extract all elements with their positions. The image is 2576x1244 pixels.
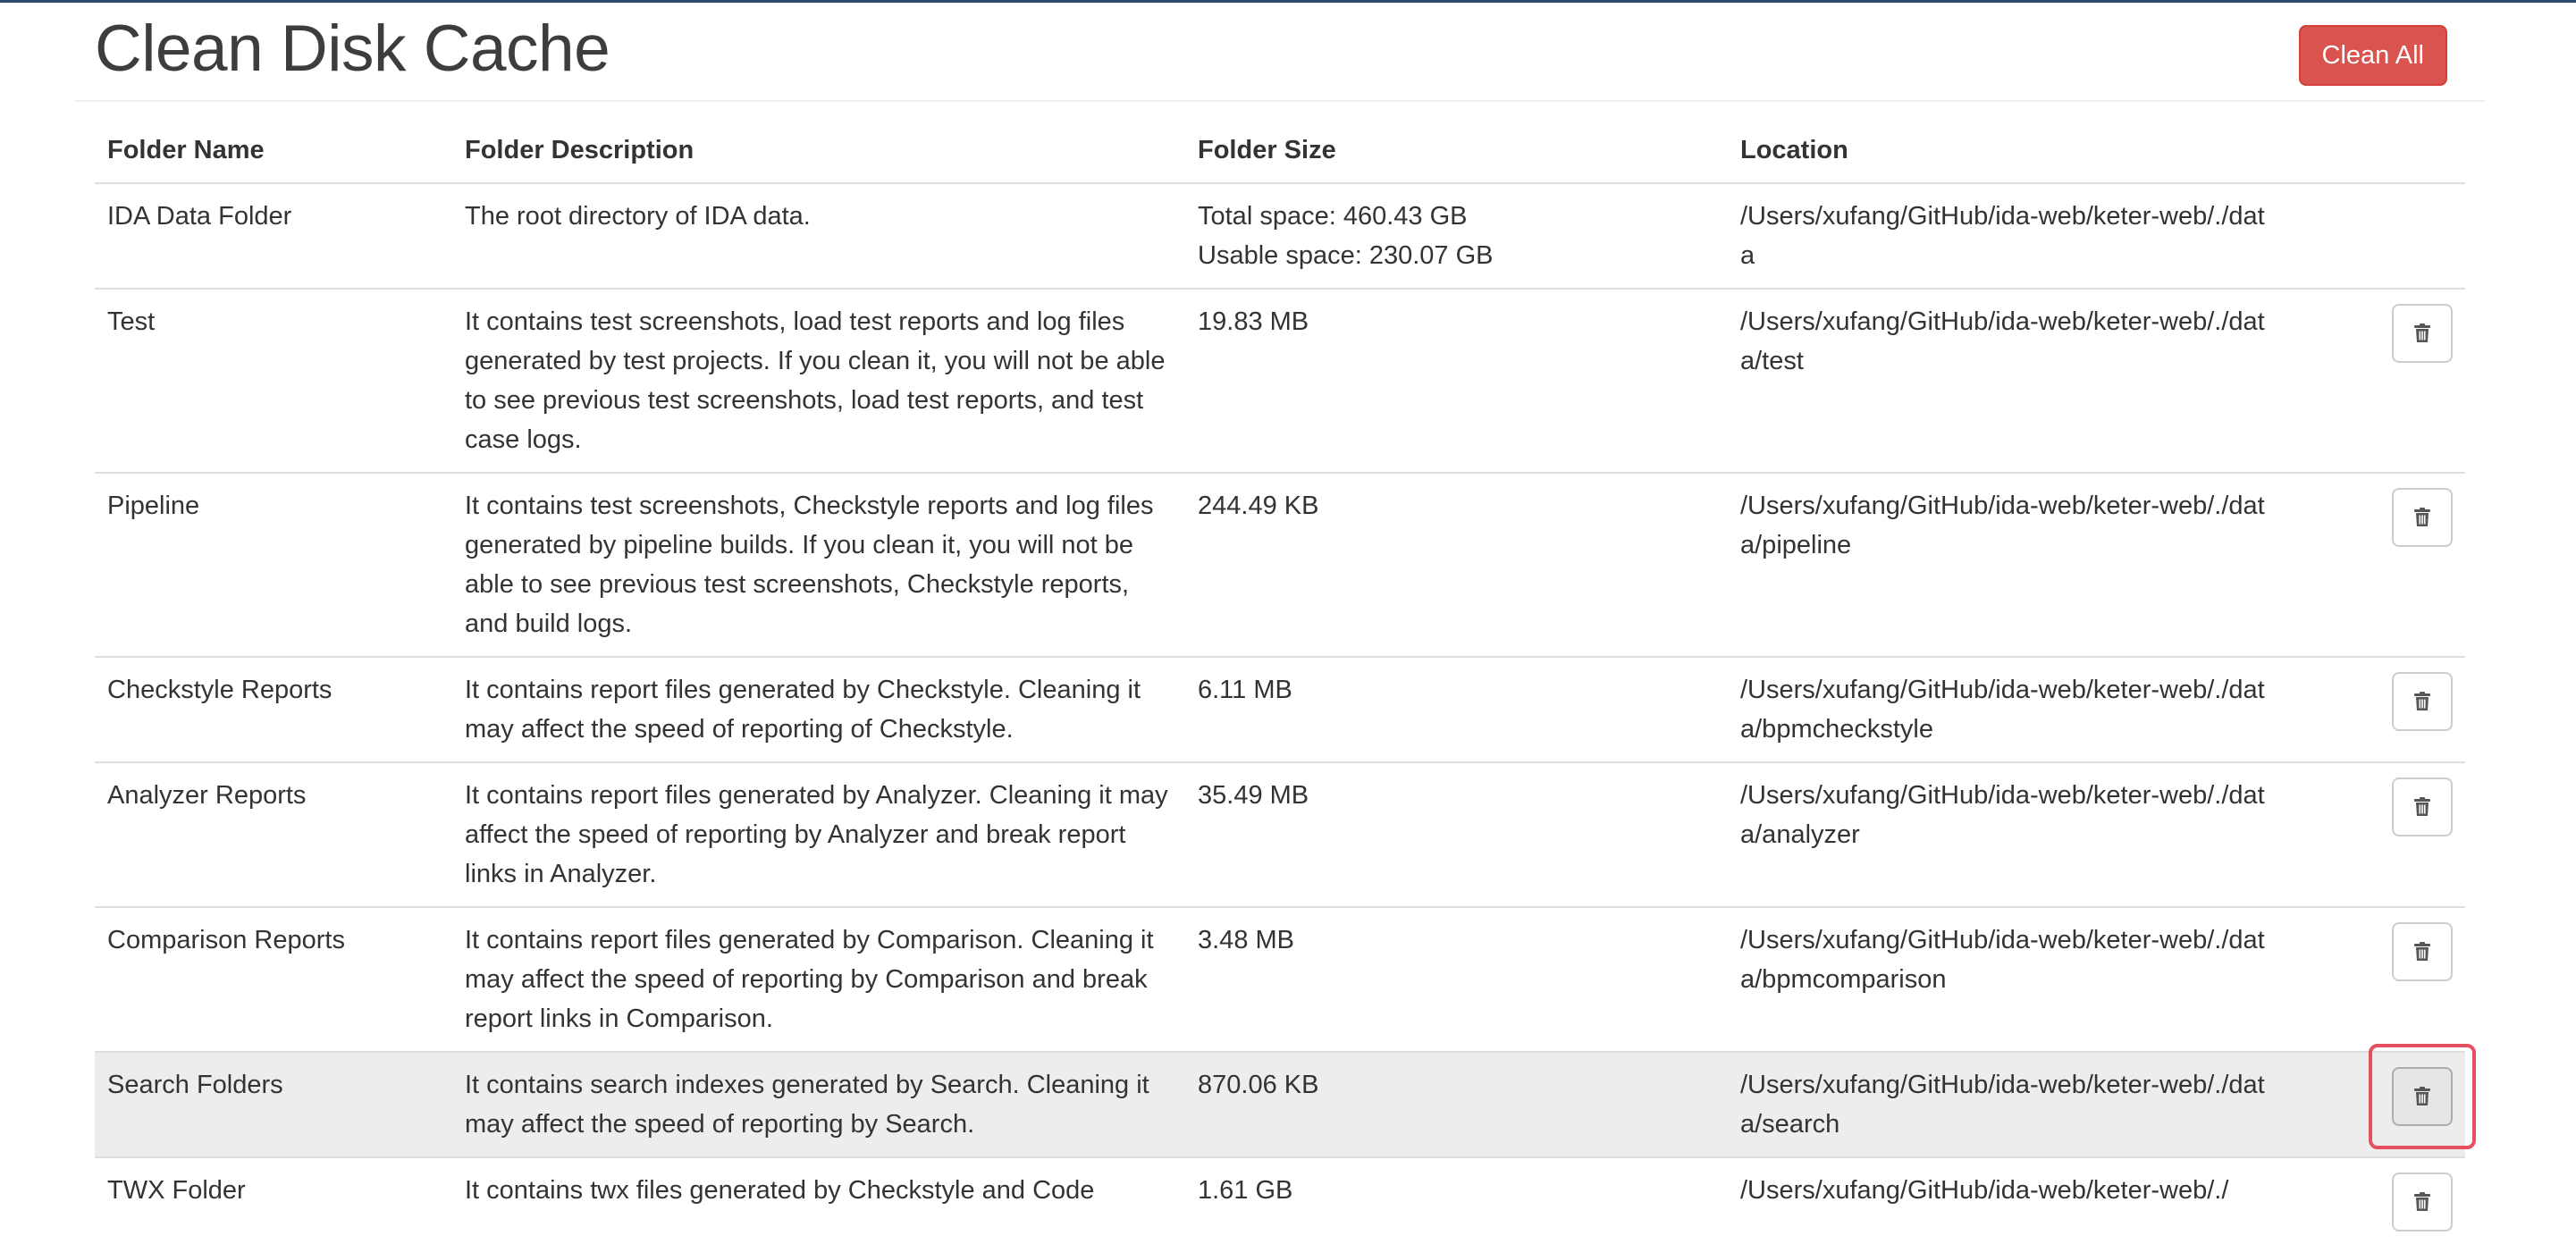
folder-size-cell: 870.06 KB xyxy=(1185,1051,1728,1157)
location-path: /Users/xufang/GitHub/ida-web/keter-web/.… xyxy=(1740,1176,2229,1205)
clean-all-button[interactable]: Clean All xyxy=(2298,25,2447,86)
actions-cell xyxy=(2286,182,2465,289)
actions-cell xyxy=(2286,656,2465,762)
actions-cell xyxy=(2286,288,2465,473)
column-header-actions xyxy=(2286,102,2465,184)
folder-name-cell: Checkstyle Reports xyxy=(95,656,452,762)
folder-size-cell: 19.83 MB xyxy=(1185,288,1728,473)
cache-table: Folder Name Folder Description Folder Si… xyxy=(95,102,2465,1244)
folder-size-cell: 3.48 MB xyxy=(1185,906,1728,1052)
folder-name-cell: TWX Folder xyxy=(95,1156,452,1244)
table-row: Pipeline It contains test screenshots, Ch… xyxy=(95,472,2465,657)
table-row: Test It contains test screenshots, load t… xyxy=(95,288,2465,473)
table-row: IDA Data Folder The root directory of IDA… xyxy=(95,182,2465,289)
location-cell: /Users/xufang/GitHub/ida-web/keter-web/.… xyxy=(1728,472,2286,657)
table-row: TWX Folder It contains twx files generate… xyxy=(95,1156,2465,1244)
location-path: /Users/xufang/GitHub/ida-web/keter-web/.… xyxy=(1740,202,2265,270)
folder-description-cell: It contains report files generated by Co… xyxy=(452,906,1185,1052)
location-path: /Users/xufang/GitHub/ida-web/keter-web/.… xyxy=(1740,781,2265,849)
location-cell: /Users/xufang/GitHub/ida-web/keter-web/.… xyxy=(1728,288,2286,473)
actions-cell xyxy=(2286,761,2465,907)
table-row: Search Folders It contains search indexes… xyxy=(95,1051,2465,1157)
folder-name-cell: Comparison Reports xyxy=(95,906,452,1052)
delete-folder-button[interactable] xyxy=(2392,1067,2453,1126)
location-cell: /Users/xufang/GitHub/ida-web/keter-web/.… xyxy=(1728,182,2286,289)
folder-size-line: Usable space: 230.07 GB xyxy=(1198,241,1494,270)
column-header-folder-description: Folder Description xyxy=(452,102,1185,184)
location-cell: /Users/xufang/GitHub/ida-web/keter-web/.… xyxy=(1728,761,2286,907)
column-header-folder-name: Folder Name xyxy=(95,102,452,184)
folder-description-cell: It contains test screenshots, Checkstyle… xyxy=(452,472,1185,657)
folder-description-cell: It contains twx files generated by Check… xyxy=(452,1156,1185,1244)
folder-size-cell: 1.61 GB xyxy=(1185,1156,1728,1244)
location-path: /Users/xufang/GitHub/ida-web/keter-web/.… xyxy=(1740,492,2265,559)
folder-description-cell: It contains test screenshots, load test … xyxy=(452,288,1185,473)
trash-icon xyxy=(2413,942,2431,962)
location-path: /Users/xufang/GitHub/ida-web/keter-web/.… xyxy=(1740,926,2265,994)
table-row: Comparison Reports It contains report fil… xyxy=(95,906,2465,1052)
actions-cell xyxy=(2286,1051,2465,1157)
folder-size-cell: 244.49 KB xyxy=(1185,472,1728,657)
location-cell: /Users/xufang/GitHub/ida-web/keter-web/.… xyxy=(1728,1156,2286,1244)
folder-description-cell: It contains report files generated by Ch… xyxy=(452,656,1185,762)
location-path: /Users/xufang/GitHub/ida-web/keter-web/.… xyxy=(1740,676,2265,744)
actions-cell xyxy=(2286,906,2465,1052)
column-header-folder-size: Folder Size xyxy=(1185,102,1728,184)
page-title: Clean Disk Cache xyxy=(95,13,610,85)
folder-size-cell: Total space: 460.43 GB Usable space: 230.… xyxy=(1185,182,1728,289)
trash-icon xyxy=(2413,797,2431,817)
table-row: Analyzer Reports It contains report files… xyxy=(95,761,2465,907)
folder-description-cell: The root directory of IDA data. xyxy=(452,182,1185,289)
trash-icon xyxy=(2413,324,2431,343)
column-header-location: Location xyxy=(1728,102,2286,184)
page-container: Clean Disk Cache Clean All Folder Name F… xyxy=(75,0,2485,1244)
folder-name-cell: Analyzer Reports xyxy=(95,761,452,907)
table-row: Checkstyle Reports It contains report fil… xyxy=(95,656,2465,762)
folder-name-cell: IDA Data Folder xyxy=(95,182,452,289)
folder-name-cell: Pipeline xyxy=(95,472,452,657)
folder-size-cell: 6.11 MB xyxy=(1185,656,1728,762)
table-header-row: Folder Name Folder Description Folder Si… xyxy=(95,102,2465,184)
trash-icon xyxy=(2413,508,2431,527)
page-header: Clean Disk Cache Clean All xyxy=(75,0,2485,102)
trash-icon xyxy=(2413,1192,2431,1212)
folder-size-cell: 35.49 MB xyxy=(1185,761,1728,907)
location-cell: /Users/xufang/GitHub/ida-web/keter-web/.… xyxy=(1728,656,2286,762)
location-cell: /Users/xufang/GitHub/ida-web/keter-web/.… xyxy=(1728,1051,2286,1157)
table-wrapper: Folder Name Folder Description Folder Si… xyxy=(95,102,2476,1244)
folder-description-cell: It contains report files generated by An… xyxy=(452,761,1185,907)
location-path: /Users/xufang/GitHub/ida-web/keter-web/.… xyxy=(1740,1071,2265,1139)
location-cell: /Users/xufang/GitHub/ida-web/keter-web/.… xyxy=(1728,906,2286,1052)
delete-folder-button[interactable] xyxy=(2392,304,2453,363)
folder-description-cell: It contains search indexes generated by … xyxy=(452,1051,1185,1157)
delete-folder-button[interactable] xyxy=(2392,488,2453,547)
trash-icon xyxy=(2413,692,2431,711)
actions-cell xyxy=(2286,472,2465,657)
folder-name-cell: Search Folders xyxy=(95,1051,452,1157)
trash-icon xyxy=(2413,1087,2431,1106)
delete-folder-button[interactable] xyxy=(2392,672,2453,731)
delete-folder-button[interactable] xyxy=(2392,1173,2453,1231)
location-path: /Users/xufang/GitHub/ida-web/keter-web/.… xyxy=(1740,307,2265,375)
table-body: IDA Data Folder The root directory of IDA… xyxy=(95,182,2465,1244)
actions-cell xyxy=(2286,1156,2465,1244)
folder-size-line: Total space: 460.43 GB xyxy=(1198,202,1468,231)
folder-name-cell: Test xyxy=(95,288,452,473)
delete-folder-button[interactable] xyxy=(2392,778,2453,836)
delete-folder-button[interactable] xyxy=(2392,922,2453,981)
